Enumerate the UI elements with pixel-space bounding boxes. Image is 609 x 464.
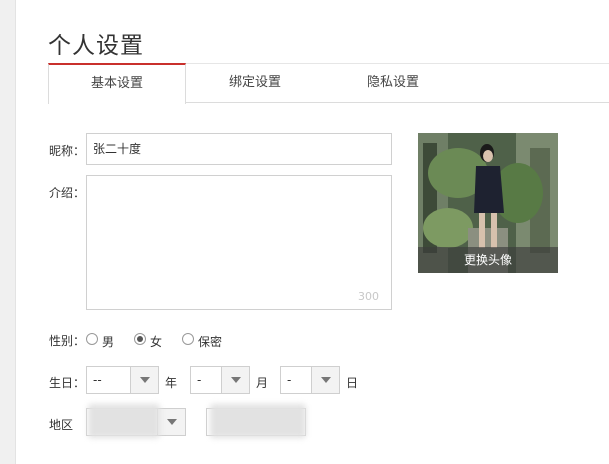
- gender-male-radio[interactable]: [86, 333, 98, 345]
- birth-month-value: -: [197, 373, 202, 387]
- gender-female-label: 女: [150, 335, 163, 349]
- change-avatar-button[interactable]: 更换头像: [418, 247, 558, 273]
- tab-binding-settings[interactable]: 绑定设置: [186, 63, 324, 103]
- chevron-down-icon: [311, 367, 339, 393]
- birth-month-select[interactable]: -: [190, 366, 250, 394]
- left-strip: [0, 0, 16, 464]
- tab-bar: 基本设置 绑定设置 隐私设置: [48, 63, 609, 104]
- redaction-blur: [88, 404, 160, 438]
- birth-day-select[interactable]: -: [280, 366, 340, 394]
- gender-label: 性别：: [49, 334, 86, 348]
- tab-basic-settings[interactable]: 基本设置: [48, 63, 186, 104]
- birth-day-value: -: [287, 373, 292, 387]
- day-unit: 日: [346, 376, 359, 390]
- chevron-down-icon: [221, 367, 249, 393]
- gender-male-label: 男: [102, 335, 115, 349]
- redaction-blur: [210, 404, 306, 438]
- gender-secret-radio[interactable]: [182, 333, 194, 345]
- page-title: 个人设置: [48, 33, 144, 59]
- chevron-down-icon: [130, 367, 158, 393]
- tab-privacy-settings[interactable]: 隐私设置: [324, 63, 462, 103]
- region-label: 地区: [49, 418, 74, 432]
- year-unit: 年: [165, 376, 178, 390]
- avatar: 更换头像: [418, 133, 558, 273]
- chevron-down-icon: [157, 409, 185, 435]
- month-unit: 月: [256, 376, 269, 390]
- nickname-field[interactable]: 张二十度: [86, 133, 392, 165]
- birth-year-value: --: [93, 373, 102, 387]
- intro-textarea[interactable]: 300: [86, 175, 392, 310]
- gender-female-radio[interactable]: [134, 333, 146, 345]
- nickname-label: 昵称：: [49, 144, 86, 158]
- intro-label: 介绍：: [49, 186, 86, 200]
- birthday-label: 生日：: [49, 376, 86, 390]
- gender-secret-label: 保密: [198, 335, 223, 349]
- birth-year-select[interactable]: --: [86, 366, 159, 394]
- intro-char-count: 300: [358, 290, 379, 303]
